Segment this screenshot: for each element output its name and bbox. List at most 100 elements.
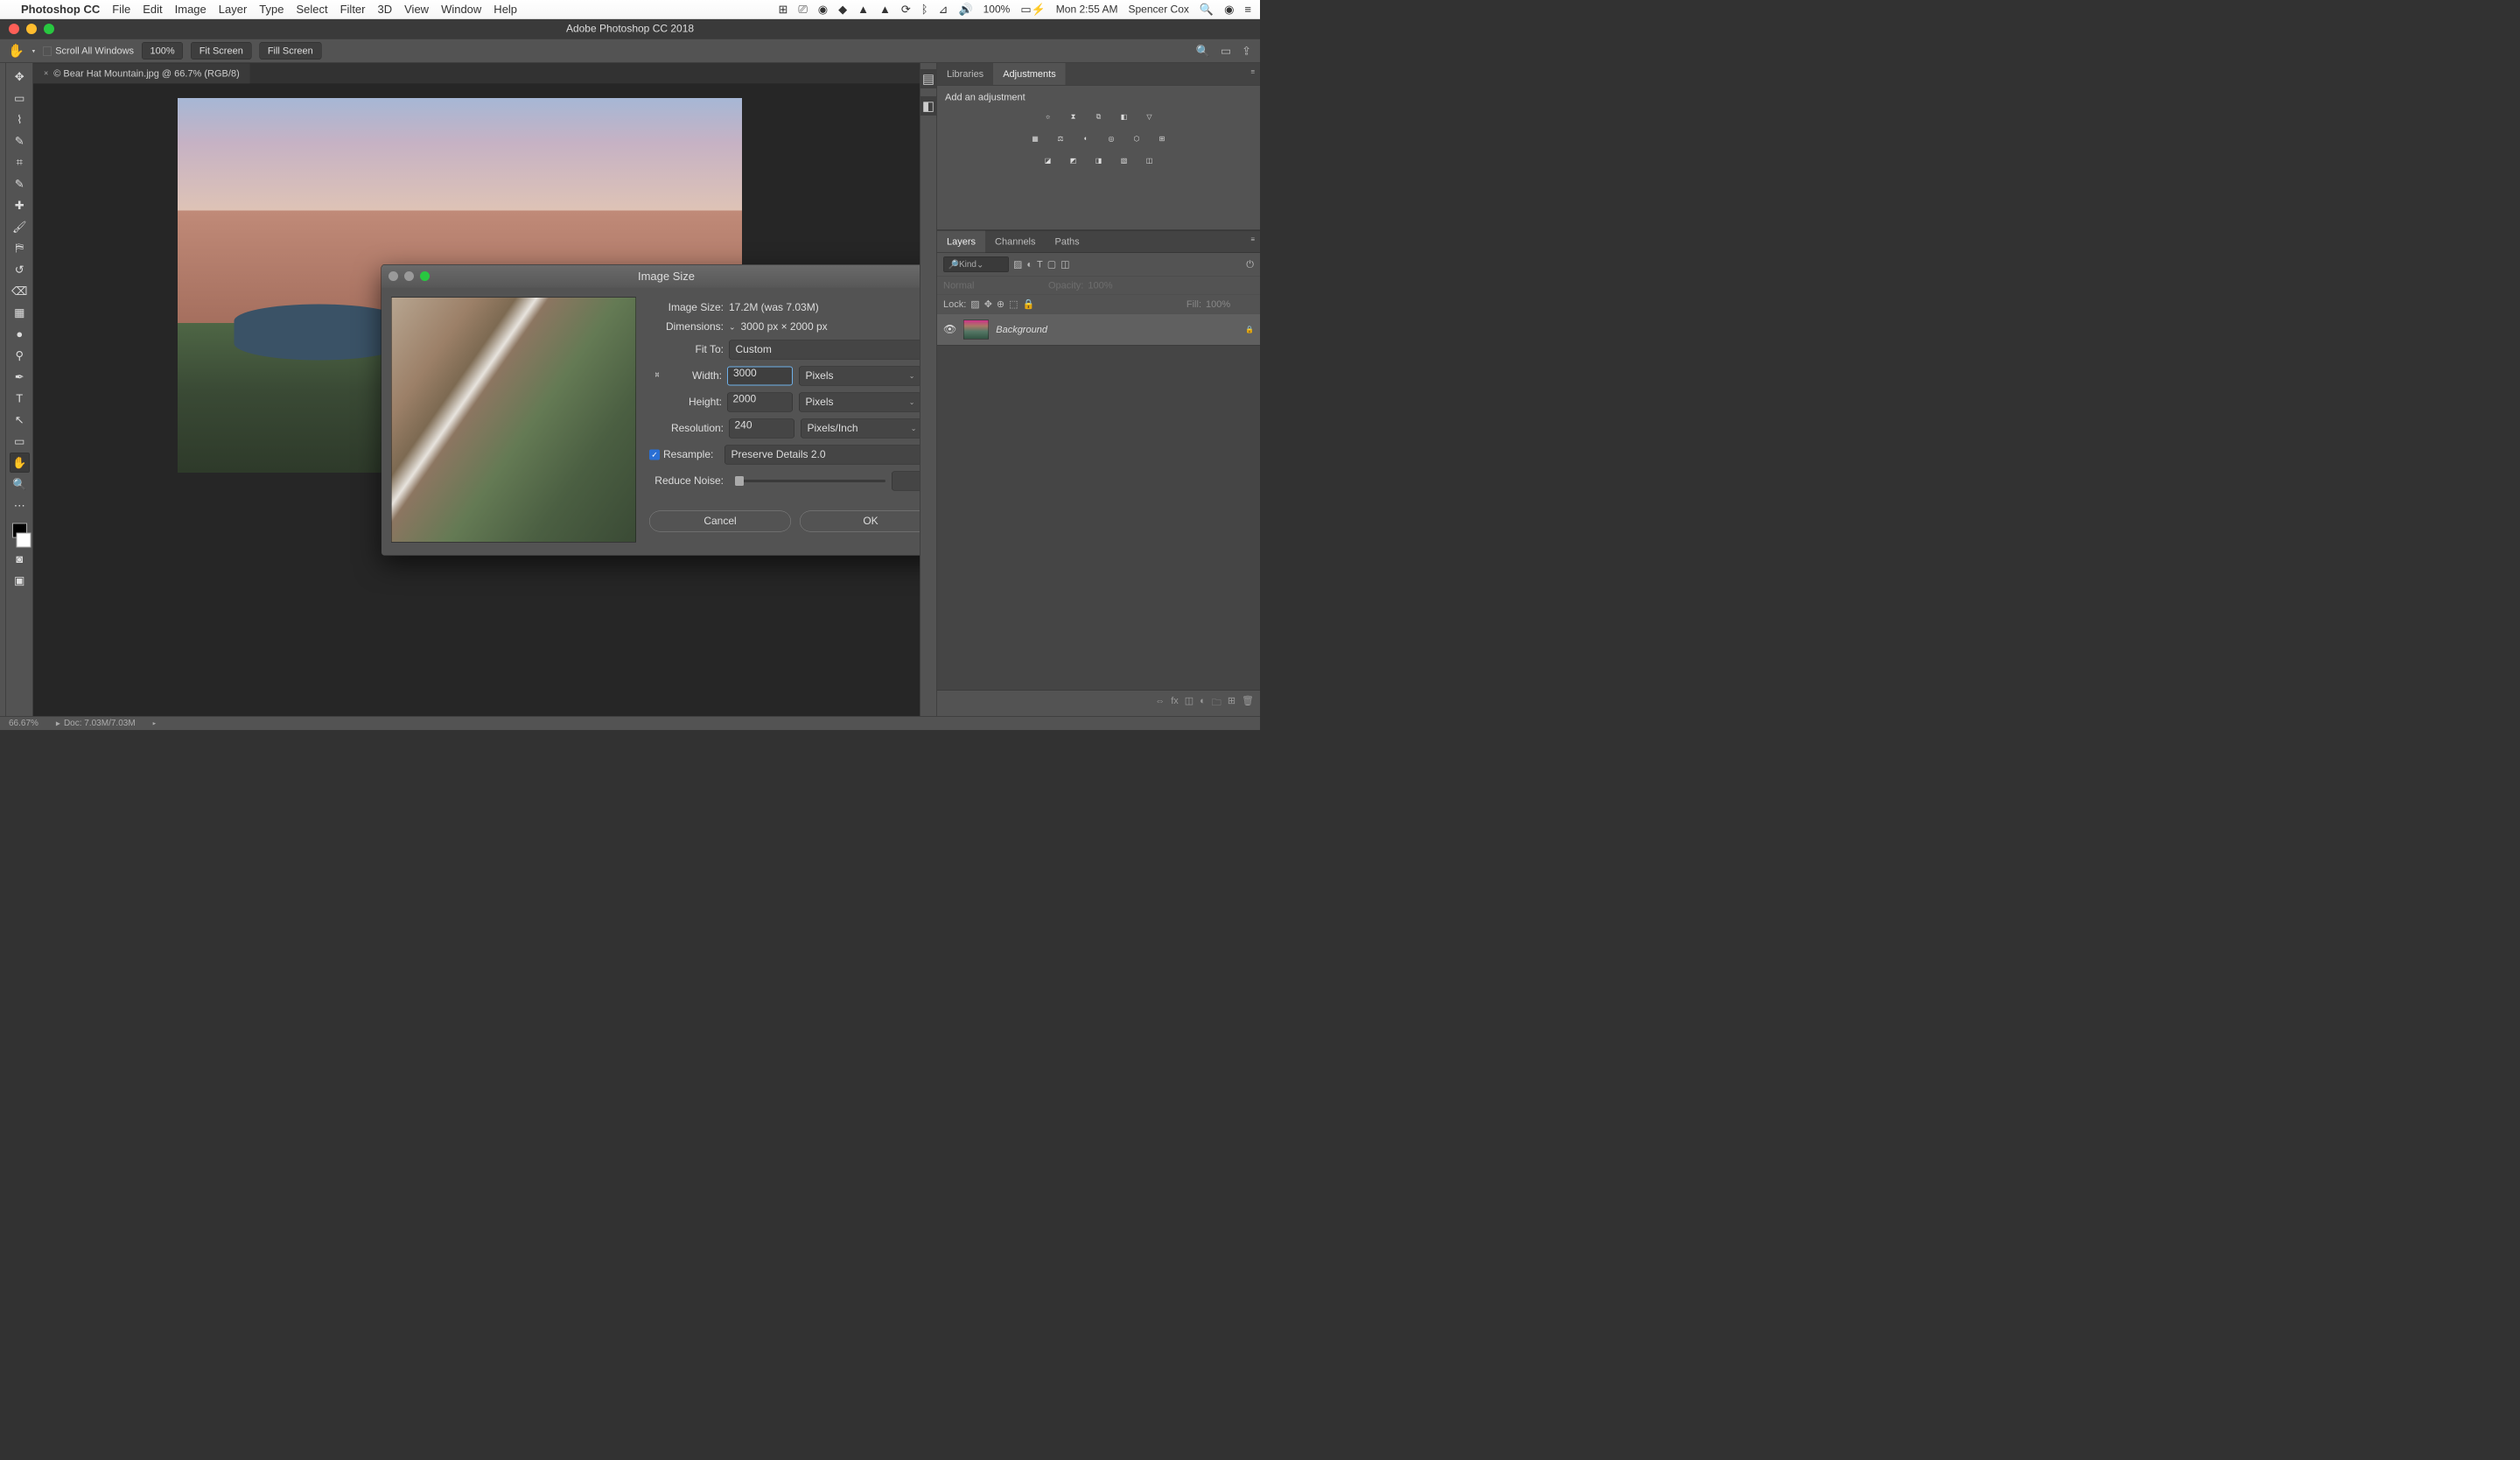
- new-group-icon[interactable]: 🗀: [1212, 695, 1222, 712]
- lock-all-icon[interactable]: 🔒: [1023, 298, 1035, 310]
- vibrance-adj-icon[interactable]: ▽: [1142, 109, 1158, 125]
- menu-layer[interactable]: Layer: [219, 3, 248, 17]
- move-tool[interactable]: ✥: [10, 67, 30, 87]
- menu-type[interactable]: Type: [259, 3, 284, 17]
- layer-lock-icon[interactable]: 🔒: [1245, 325, 1254, 333]
- filter-smart-icon[interactable]: ◫: [1060, 259, 1069, 270]
- link-dimensions-icon[interactable]: ⎶: [649, 371, 665, 382]
- width-input[interactable]: 3000: [727, 367, 793, 386]
- timemachine-icon[interactable]: ⟳: [901, 3, 911, 17]
- tab-layers[interactable]: Layers: [937, 231, 985, 253]
- filter-toggle-icon[interactable]: ⏻: [1246, 259, 1254, 270]
- share-icon[interactable]: ⇪: [1242, 44, 1251, 58]
- scroll-all-windows-checkbox[interactable]: Scroll All Windows: [43, 46, 134, 57]
- quick-mask-tool[interactable]: ◙: [10, 549, 30, 569]
- filter-adjustment-icon[interactable]: ◐: [1026, 259, 1032, 270]
- dropbox-icon[interactable]: ⊞: [778, 3, 788, 17]
- document-tab[interactable]: × © Bear Hat Mountain.jpg @ 66.7% (RGB/8…: [33, 63, 250, 83]
- resample-select[interactable]: Preserve Details 2.0⌄: [724, 446, 920, 465]
- lock-nest-icon[interactable]: ⬚: [1009, 298, 1018, 310]
- screen-mode-tool[interactable]: ▣: [10, 571, 30, 591]
- lut-adj-icon[interactable]: ⊞: [1154, 131, 1170, 147]
- status-zoom[interactable]: 66.67%: [9, 719, 38, 729]
- mask-icon[interactable]: ◫: [1185, 695, 1194, 712]
- fit-to-select[interactable]: Custom⌄: [729, 340, 920, 360]
- dialog-close-button[interactable]: [388, 271, 398, 281]
- photofilter-adj-icon[interactable]: ◎: [1103, 131, 1119, 147]
- layer-name[interactable]: Background: [996, 324, 1047, 335]
- brush-tool[interactable]: 🖌: [10, 217, 30, 237]
- menu-select[interactable]: Select: [296, 3, 327, 17]
- menu-view[interactable]: View: [404, 3, 429, 17]
- workspace-icon[interactable]: ▭: [1221, 44, 1231, 58]
- properties-panel-icon[interactable]: ◧: [919, 96, 938, 116]
- app-name[interactable]: Photoshop CC: [21, 3, 100, 17]
- tab-paths[interactable]: Paths: [1046, 231, 1089, 253]
- filter-shape-icon[interactable]: ▢: [1047, 259, 1056, 270]
- layer-row-background[interactable]: 👁 Background 🔒: [937, 314, 1260, 346]
- lock-artboard-icon[interactable]: ⊕: [997, 298, 1004, 310]
- ok-button[interactable]: OK: [800, 511, 920, 532]
- new-layer-icon[interactable]: ⊞: [1228, 695, 1236, 712]
- reduce-noise-input[interactable]: 0: [892, 472, 920, 491]
- levels-adj-icon[interactable]: ⧗: [1066, 109, 1082, 125]
- clone-tool[interactable]: ⛿: [10, 238, 30, 258]
- panel-menu-icon[interactable]: ≡: [1245, 63, 1260, 85]
- tab-libraries[interactable]: Libraries: [937, 63, 993, 85]
- path-select-tool[interactable]: ↖: [10, 410, 30, 430]
- menu-filter[interactable]: Filter: [340, 3, 366, 17]
- zoom-window-button[interactable]: [44, 24, 54, 34]
- notifications-icon[interactable]: ≡: [1244, 3, 1251, 17]
- battery-percent[interactable]: 100%: [984, 4, 1011, 16]
- status-chevron-icon[interactable]: ▸: [153, 719, 157, 727]
- zoom-tool[interactable]: 🔍: [10, 474, 30, 495]
- eraser-tool[interactable]: ⌫: [10, 281, 30, 301]
- link-layers-icon[interactable]: ⇔: [1155, 695, 1165, 712]
- filter-image-icon[interactable]: ▨: [1013, 259, 1022, 270]
- menu-help[interactable]: Help: [494, 3, 517, 17]
- type-tool[interactable]: T: [10, 389, 30, 409]
- layer-filter-kind[interactable]: 🔎 Kind ⌄: [943, 256, 1009, 272]
- menu-3d[interactable]: 3D: [377, 3, 392, 17]
- fit-screen-button[interactable]: Fit Screen: [191, 42, 251, 60]
- resolution-input[interactable]: 240: [729, 419, 794, 439]
- tab-channels[interactable]: Channels: [985, 231, 1045, 253]
- search-icon[interactable]: 🔍: [1196, 44, 1210, 58]
- close-tab-icon[interactable]: ×: [44, 69, 48, 79]
- posterize-adj-icon[interactable]: ◩: [1066, 153, 1082, 169]
- status-doc[interactable]: Doc: 7.03M/7.03M: [64, 719, 136, 729]
- new-adj-layer-icon[interactable]: ◐: [1200, 695, 1206, 712]
- menu-file[interactable]: File: [112, 3, 130, 17]
- bluetooth-icon[interactable]: ᛒ: [921, 3, 928, 17]
- close-window-button[interactable]: [9, 24, 19, 34]
- tab-adjustments[interactable]: Adjustments: [993, 63, 1066, 85]
- tool-preset-chevron-icon[interactable]: ▾: [32, 47, 36, 55]
- hand-tool[interactable]: ✋: [10, 453, 30, 473]
- backblaze-icon[interactable]: ◆: [838, 3, 847, 17]
- edit-toolbar[interactable]: ⋯: [10, 495, 30, 516]
- spotlight-icon[interactable]: 🔍: [1200, 3, 1214, 17]
- height-input[interactable]: 2000: [727, 393, 793, 412]
- resample-checkbox[interactable]: ✓: [649, 450, 660, 460]
- gradmap-adj-icon[interactable]: ▧: [1116, 153, 1132, 169]
- hue-adj-icon[interactable]: ▦: [1027, 131, 1043, 147]
- dodge-tool[interactable]: ⚲: [10, 346, 30, 366]
- resolution-unit-select[interactable]: Pixels/Inch⌄: [801, 419, 920, 439]
- rectangle-tool[interactable]: ▭: [10, 432, 30, 452]
- background-swatch[interactable]: [16, 533, 31, 548]
- tablet-icon[interactable]: ⎚: [798, 3, 807, 17]
- layer-thumbnail[interactable]: [963, 319, 989, 339]
- siri-icon[interactable]: ◉: [1224, 3, 1234, 17]
- fill-screen-button[interactable]: Fill Screen: [259, 42, 321, 60]
- balance-adj-icon[interactable]: ⚖: [1053, 131, 1068, 147]
- invert-adj-icon[interactable]: ◪: [1040, 153, 1056, 169]
- clock[interactable]: Mon 2:55 AM: [1056, 4, 1118, 16]
- battery-icon[interactable]: ▭⚡: [1020, 3, 1045, 17]
- wifi-icon[interactable]: ⊿: [939, 3, 948, 17]
- cancel-button[interactable]: Cancel: [649, 511, 791, 532]
- threshold-adj-icon[interactable]: ◨: [1091, 153, 1107, 169]
- selective-adj-icon[interactable]: ◫: [1142, 153, 1158, 169]
- history-panel-icon[interactable]: ▤: [919, 69, 938, 88]
- menu-image[interactable]: Image: [175, 3, 206, 17]
- gradient-tool[interactable]: ▦: [10, 303, 30, 323]
